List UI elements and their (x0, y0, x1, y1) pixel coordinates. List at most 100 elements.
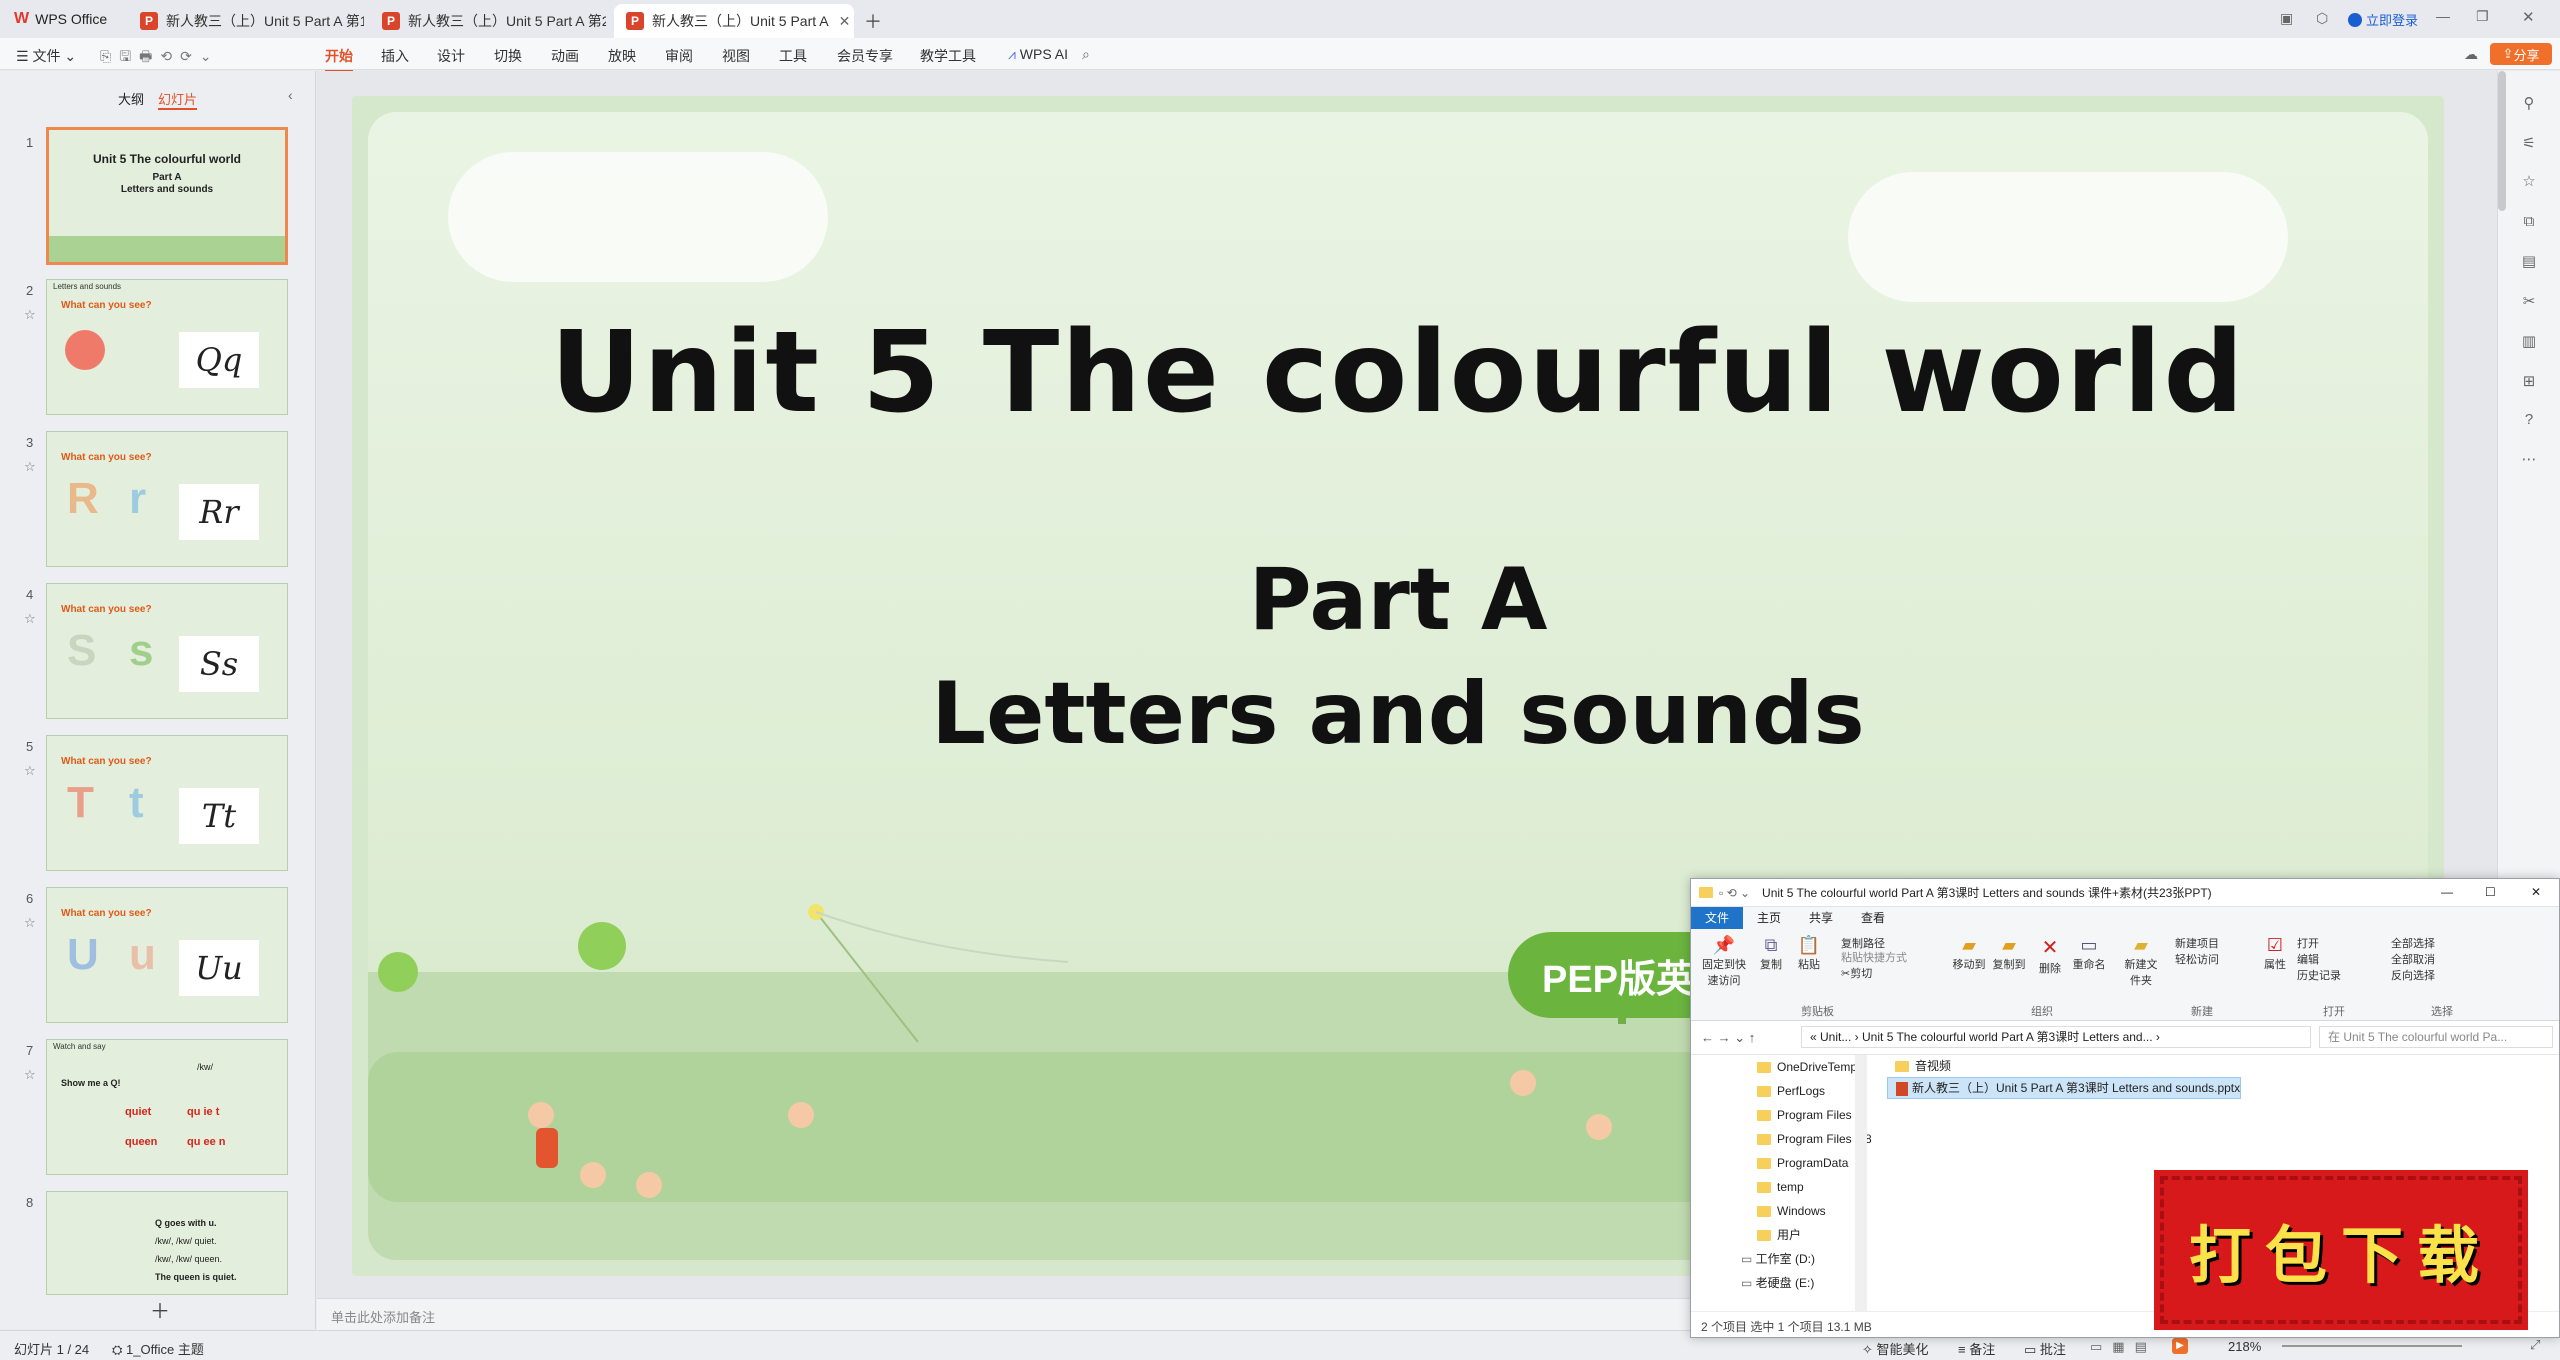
theme-name[interactable]: ⛭ 1_Office 主题 (112, 1339, 204, 1358)
open-button[interactable]: 打开 (2297, 935, 2319, 951)
tab-doc-3[interactable]: P 新人教三（上）Unit 5 Part A ✕ (614, 4, 854, 38)
tab-outline[interactable]: 大纲 (118, 89, 144, 108)
list-item[interactable]: 音视频 (1887, 1055, 2557, 1077)
new-item-button[interactable]: 新建项目 (2175, 935, 2219, 951)
menu-view[interactable]: 视图 (722, 46, 750, 66)
copy-icon[interactable]: ⧉ (2520, 213, 2538, 231)
list-item-selected[interactable]: 新人教三（上）Unit 5 Part A 第3课时 Letters and so… (1887, 1077, 2242, 1099)
close-window-icon[interactable]: ✕ (2522, 8, 2535, 26)
wps-ai-button[interactable]: ⩘ WPS AI (1008, 46, 1068, 63)
search-box[interactable]: 在 Unit 5 The colourful world Pa... (2319, 1026, 2553, 1048)
comment-toggle[interactable]: ▭ 批注 (2024, 1339, 2066, 1358)
skin-icon[interactable]: ⬡ (2316, 10, 2328, 27)
tree-item[interactable]: Program Files (x8 (1721, 1127, 1872, 1151)
tab-slides[interactable]: 幻灯片 (158, 89, 198, 110)
smart-beautify-button[interactable]: ✧ 智能美化 (1862, 1339, 1929, 1358)
tree-item[interactable]: 用户 (1721, 1223, 1871, 1247)
new-folder-button[interactable]: ▰ 新建文件夹 (2121, 935, 2161, 988)
add-slide-icon[interactable]: ＋ (150, 1295, 170, 1324)
tab-home[interactable]: 主页 (1743, 907, 1795, 929)
select-none-button[interactable]: 全部取消 (2391, 951, 2435, 967)
download-package-badge[interactable]: 打包下载 (2160, 1176, 2522, 1324)
book-icon[interactable]: ▥ (2520, 333, 2538, 351)
menu-animation[interactable]: 动画 (551, 46, 579, 66)
favorite-icon[interactable]: ☆ (2520, 173, 2538, 191)
nav-arrows[interactable]: ← → ⌄ ↑ (1701, 1030, 1755, 1046)
notes-toggle[interactable]: ≡ 备注 (1958, 1339, 1995, 1358)
easy-access-button[interactable]: 轻松访问 (2175, 951, 2219, 967)
tab-doc-2[interactable]: P 新人教三（上）Unit 5 Part A 第2课 (370, 4, 606, 38)
quick-access-toolbar[interactable]: ⎘🖫🖶⟲⟳⌄ (100, 46, 220, 70)
slide-part[interactable]: Part A (368, 550, 2428, 650)
menu-transitions[interactable]: 切换 (494, 46, 522, 66)
menu-teaching-tools[interactable]: 教学工具 (920, 46, 976, 66)
quick-access-icons[interactable]: ▫ ⟲ ⌄ (1719, 886, 1750, 900)
tree-item[interactable]: temp (1721, 1175, 1871, 1199)
tree-item[interactable]: ▭ 工作室 (D:) (1721, 1247, 1871, 1271)
paste-shortcut-button[interactable]: 粘贴快捷方式 (1841, 949, 1907, 965)
tree-item[interactable]: ▭ 老硬盘 (E:) (1721, 1271, 1871, 1295)
menu-member[interactable]: 会员专享 (837, 46, 893, 66)
tab-doc-1[interactable]: P 新人教三（上）Unit 5 Part A 第1课 (128, 4, 364, 38)
slide-thumb-2[interactable]: Letters and sounds What can you see? Qq (46, 279, 288, 415)
tree-scrollbar[interactable] (1855, 1055, 1867, 1311)
close-tab-icon[interactable]: ✕ (839, 13, 851, 30)
login-button[interactable]: 立即登录 (2348, 10, 2418, 29)
slide-thumb-7[interactable]: Watch and say Show me a Q! /kw/ quiet qu… (46, 1039, 288, 1175)
maximize-icon[interactable]: ☐ (2485, 885, 2496, 899)
tree-item[interactable]: Program Files (1721, 1103, 1871, 1127)
tree-item[interactable]: OneDriveTemp (1721, 1055, 1871, 1079)
more-icon[interactable]: ⋯ (2520, 451, 2538, 469)
tree-item[interactable]: PerfLogs (1721, 1079, 1871, 1103)
copy-button[interactable]: ⧉ 复制 (1753, 935, 1789, 972)
minimize-icon[interactable]: ― (2441, 885, 2453, 899)
pin-button[interactable]: 📌 固定到快速访问 (1699, 935, 1749, 988)
tab-file[interactable]: 文件 (1691, 907, 1744, 929)
slide-thumb-3[interactable]: What can you see? R r Rr (46, 431, 288, 567)
help-icon[interactable]: ? (2520, 411, 2538, 429)
rename-button[interactable]: ▭ 重命名 (2069, 935, 2109, 972)
chart-icon[interactable]: ▤ (2520, 253, 2538, 271)
edit-button[interactable]: 编辑 (2297, 951, 2319, 967)
share-button[interactable]: ⇪ 分享 (2490, 43, 2552, 65)
address-bar[interactable]: « Unit... › Unit 5 The colourful world P… (1801, 1026, 2311, 1048)
new-tab-icon[interactable]: ＋ (864, 8, 882, 34)
delete-button[interactable]: ✕ 删除 (2035, 935, 2065, 976)
tab-share[interactable]: 共享 (1795, 907, 1847, 929)
menu-tools[interactable]: 工具 (779, 46, 807, 66)
restore-icon[interactable]: ❐ (2476, 8, 2489, 25)
slide-thumb-1[interactable]: Unit 5 The colourful world Part A Letter… (46, 127, 288, 265)
select-all-button[interactable]: 全部选择 (2391, 935, 2435, 951)
menu-insert[interactable]: 插入 (381, 46, 409, 66)
zoom-slider[interactable] (2282, 1345, 2462, 1347)
file-menu[interactable]: ☰ 文件 ⌄ (16, 46, 76, 66)
history-button[interactable]: 历史记录 (2297, 967, 2341, 983)
slide-title[interactable]: Unit 5 The colourful world (368, 308, 2428, 438)
menu-slideshow[interactable]: 放映 (608, 46, 636, 66)
move-to-button[interactable]: ▰ 移动到 (1951, 935, 1987, 972)
tree-item[interactable]: Windows (1721, 1199, 1871, 1223)
minimize-icon[interactable]: ― (2436, 8, 2450, 24)
slide-subtitle[interactable]: Letters and sounds (368, 664, 2428, 764)
menu-review[interactable]: 审阅 (665, 46, 693, 66)
wps-logo[interactable]: W WPS Office (14, 10, 107, 28)
properties-icon[interactable]: ⚲ (2520, 95, 2538, 113)
play-icon[interactable]: ▶ (2172, 1338, 2188, 1354)
menu-design[interactable]: 设计 (437, 46, 465, 66)
layout-icon[interactable]: ⊞ (2520, 373, 2538, 391)
vertical-scrollbar[interactable] (2498, 71, 2506, 211)
tree-item[interactable]: ProgramData (1721, 1151, 1871, 1175)
copy-to-button[interactable]: ▰ 复制到 (1991, 935, 2027, 972)
adjust-icon[interactable]: ⚟ (2520, 135, 2538, 153)
tools-icon[interactable]: ✂ (2520, 293, 2538, 311)
window-layout-icon[interactable]: ▣ (2280, 10, 2293, 27)
cut-button[interactable]: ✂剪切 (1841, 965, 1872, 981)
slide-thumb-6[interactable]: What can you see? U u Uu (46, 887, 288, 1023)
view-mode-buttons[interactable]: ▭▦▤ (2090, 1339, 2157, 1355)
close-window-icon[interactable]: ✕ (2531, 885, 2541, 899)
properties-button[interactable]: ☑ 属性 (2259, 935, 2291, 972)
collapse-pane-icon[interactable]: ‹ (288, 87, 293, 103)
tab-view[interactable]: 查看 (1847, 907, 1899, 929)
slide-thumb-8[interactable]: Q goes with u. /kw/, /kw/ quiet. /kw/, /… (46, 1191, 288, 1295)
search-icon[interactable]: ⌕ (1082, 46, 1090, 63)
